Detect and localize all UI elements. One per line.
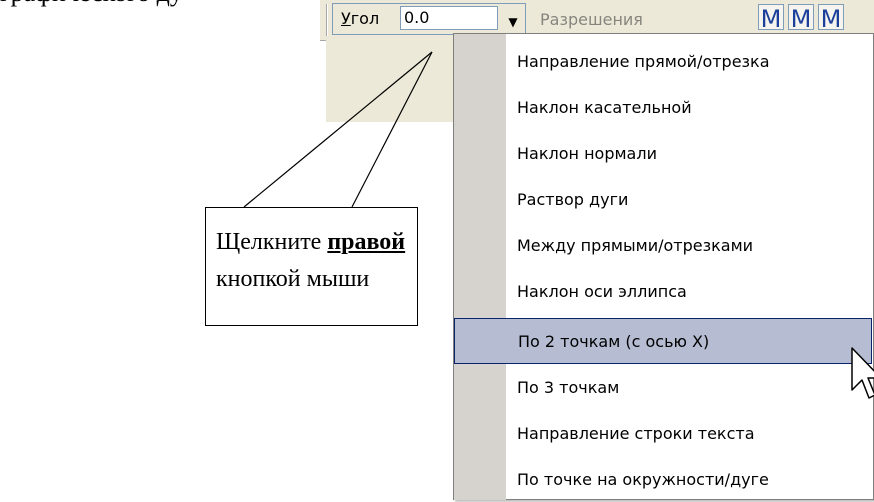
menu-item-label: Направление строки текста: [517, 423, 755, 443]
chevron-down-icon: ▼: [508, 15, 518, 29]
menu-item-label: По 3 точкам: [517, 377, 620, 397]
menu-item-text-direction[interactable]: Направление строки текста: [454, 410, 872, 456]
menu-item-label: Наклон касательной: [517, 97, 692, 117]
menu-item-label: Раствор дуги: [517, 189, 629, 209]
angle-label: Угол: [341, 9, 379, 28]
menu-item-line-direction[interactable]: Направление прямой/отрезка: [454, 38, 872, 84]
menu-item-normal-slope[interactable]: Наклон нормали: [454, 130, 872, 176]
angle-dropdown-button[interactable]: ▼: [504, 9, 522, 29]
angle-label-accelerator: У: [341, 9, 351, 28]
menu-item-label: Наклон нормали: [517, 143, 657, 163]
angle-value: 0.0: [404, 8, 430, 27]
menu-item-label: По 2 точкам (с осью X): [518, 331, 710, 351]
callout-line-2: кнопкой мыши: [216, 266, 370, 292]
m-button-3[interactable]: M: [818, 4, 844, 30]
menu-item-label: Наклон оси эллипса: [517, 281, 687, 301]
callout-prefix: Щелкните: [216, 229, 328, 255]
menu-item-tangent-slope[interactable]: Наклон касательной: [454, 84, 872, 130]
menu-item-label: Направление прямой/отрезка: [517, 51, 770, 71]
document-text-fragment: графического ду: [0, 0, 330, 18]
callout-line-1: Щелкните правой: [216, 224, 416, 261]
m-button-1[interactable]: M: [758, 4, 784, 30]
menu-item-ellipse-axis[interactable]: Наклон оси эллипса: [454, 268, 872, 314]
resolution-label: Разрешения: [540, 10, 643, 29]
mouse-cursor-icon: [851, 347, 874, 399]
menu-item-point-on-circle[interactable]: По точке на окружности/дуге: [454, 456, 872, 502]
angle-label-text: гол: [350, 9, 380, 28]
menu-item-label: Между прямыми/отрезками: [517, 235, 754, 255]
angle-input[interactable]: 0.0: [400, 6, 498, 30]
menu-item-two-points[interactable]: По 2 точкам (с осью X): [454, 318, 872, 364]
menu-item-label: По точке на окружности/дуге: [517, 469, 769, 489]
callout-emphasis: правой: [327, 229, 406, 255]
m-button-2[interactable]: M: [788, 4, 814, 30]
menu-item-between-lines[interactable]: Между прямыми/отрезками: [454, 222, 872, 268]
toolbar-divider: [326, 4, 327, 36]
callout-text: Щелкните правой кнопкой мыши: [216, 224, 416, 298]
menu-item-arc-angle[interactable]: Раствор дуги: [454, 176, 872, 222]
menu-item-three-points[interactable]: По 3 точкам: [454, 364, 872, 410]
